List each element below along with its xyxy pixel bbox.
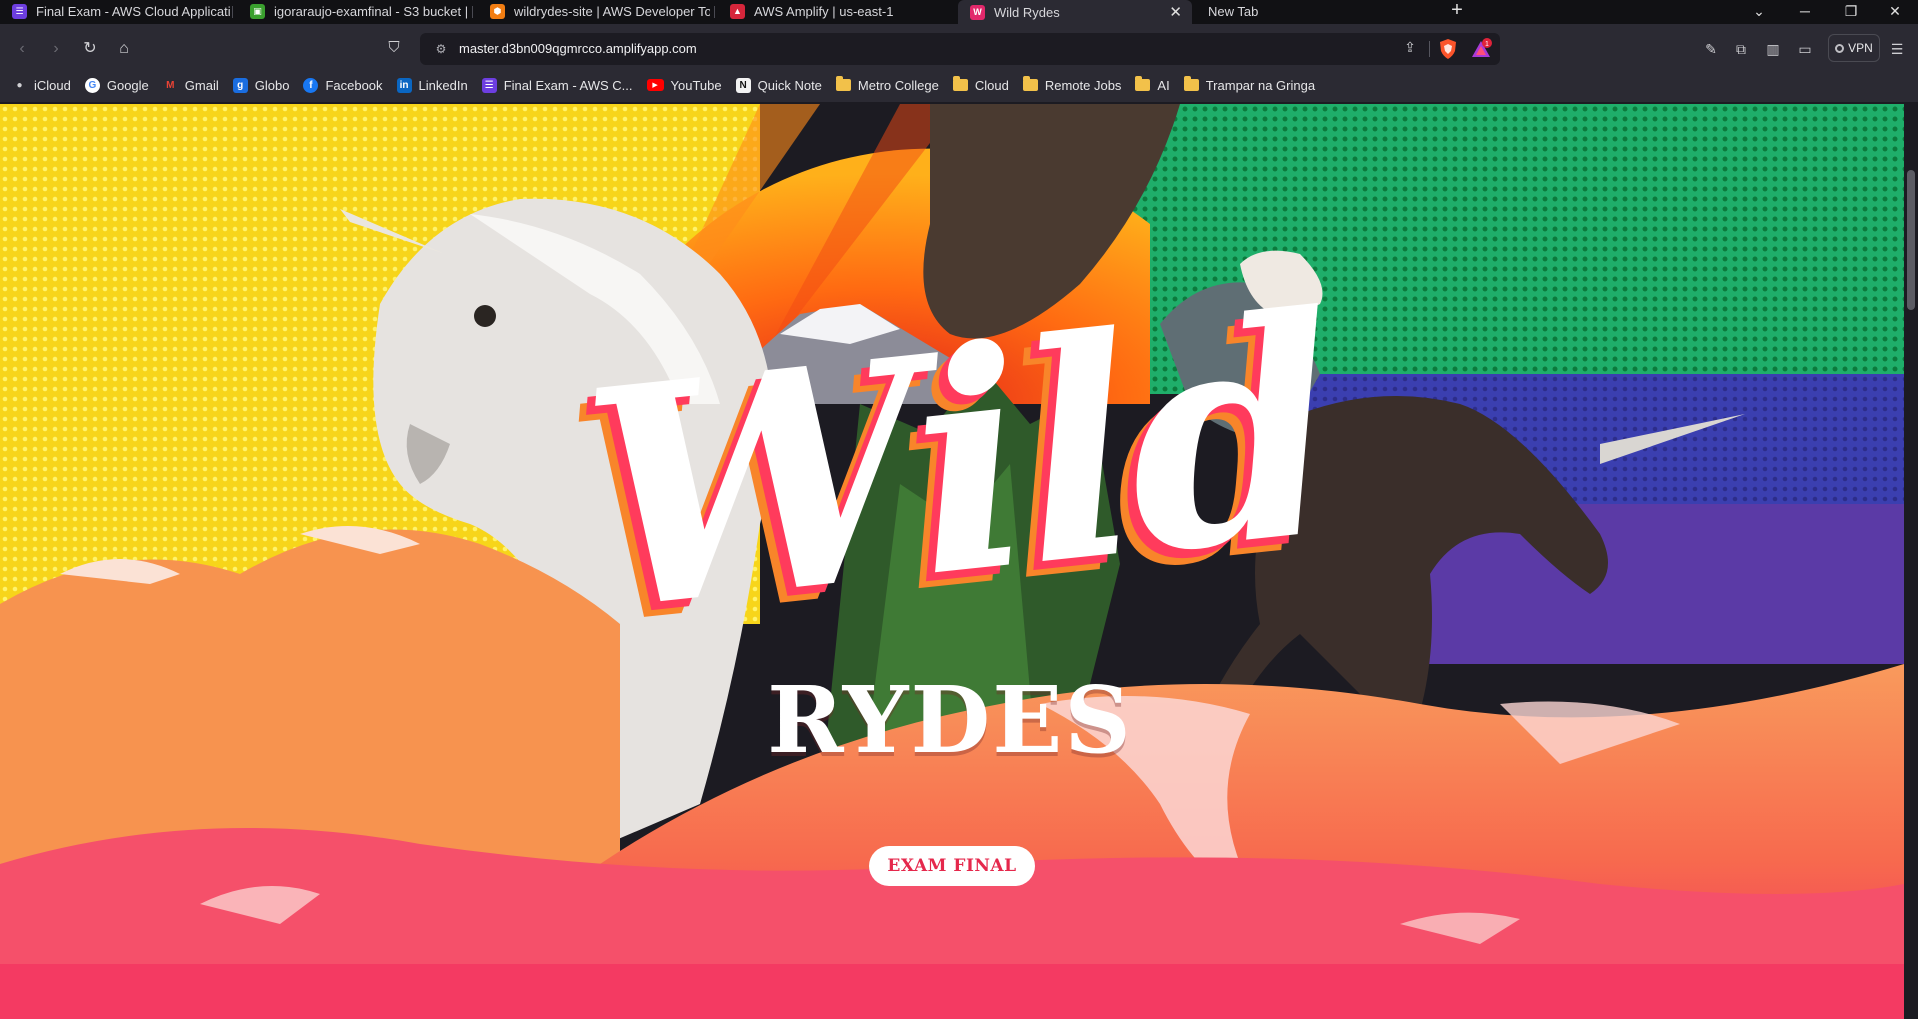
folder-icon [1135,76,1151,93]
forms-icon: ☰ [481,77,497,93]
back-button[interactable]: ‹ [10,37,34,61]
brave-shield-icon[interactable] [1438,38,1458,60]
apple-icon: ● [16,79,23,91]
vpn-status-icon [1835,43,1845,53]
sidebar-icon[interactable]: ▥ [1762,38,1784,60]
tab-title: AWS Amplify | us-east-1 [754,3,894,19]
bookmark-folder-ai[interactable]: AI [1135,76,1170,93]
bookmark-quick-note[interactable]: N Quick Note [735,77,822,93]
tab-wild-rydes[interactable]: W Wild Rydes ✕ [958,0,1192,24]
tab-title: New Tab [1208,3,1259,19]
rewards-badge: 1 [1485,41,1489,48]
exam-final-button[interactable]: EXAM FINAL [869,846,1035,886]
gmail-icon: M [166,79,175,91]
amplify-icon: ▲ [730,3,745,19]
close-window-button[interactable]: ✕ [1872,0,1918,22]
tab-title: Wild Rydes [994,4,1060,20]
tab-codecommit[interactable]: ⬢ wildrydes-site | AWS Developer Tools [478,0,710,22]
bookmark-final-exam[interactable]: ☰ Final Exam - AWS C... [481,77,633,93]
leo-ai-icon[interactable]: ✎ [1700,38,1722,60]
bookmark-facebook[interactable]: f Facebook [303,77,383,93]
bookmark-label: Gmail [184,77,219,93]
folder-icon [952,76,968,93]
home-button[interactable]: ⌂ [112,37,136,61]
bookmark-folder-remote-jobs[interactable]: Remote Jobs [1022,76,1122,93]
vpn-button[interactable]: VPN [1828,34,1880,62]
page-scrollbar[interactable] [1904,104,1918,1019]
tab-title: Final Exam - AWS Cloud Application [36,3,230,19]
bookmark-label: Globo [254,77,290,93]
tab-s3-bucket[interactable]: ▣ igoraraujo-examfinal - S3 bucket | S3 [238,0,470,22]
bookmark-google[interactable]: G Google [84,77,149,93]
minimize-button[interactable]: ─ [1782,0,1828,22]
tab-title: igoraraujo-examfinal - S3 bucket | S3 [274,3,470,19]
bookmark-label: Facebook [325,77,383,93]
menu-icon[interactable]: ☰ [1886,38,1908,60]
bookmark-label: AI [1157,77,1170,93]
facebook-icon: f [303,77,319,93]
youtube-icon: ▶ [646,79,664,91]
bookmark-label: Quick Note [757,77,822,93]
forms-icon: ☰ [12,3,27,19]
wallet-icon[interactable]: ▭ [1794,38,1816,60]
tab-amplify[interactable]: ▲ AWS Amplify | us-east-1 [718,0,950,22]
bookmark-globo[interactable]: g Globo [232,77,290,93]
bookmark-label: Google [106,77,149,93]
reload-button[interactable]: ↻ [78,37,102,61]
bookmark-gmail[interactable]: M Gmail [163,78,219,93]
codecommit-icon: ⬢ [490,3,505,19]
bookmark-label: Metro College [857,77,939,93]
brave-rewards-icon[interactable]: 1 [1470,38,1492,60]
page-viewport: Wild RYDES EXAM FINAL [0,104,1904,1019]
tab-strip: ☰ Final Exam - AWS Cloud Application ▣ i… [0,0,1918,24]
forward-button[interactable]: › [44,37,68,61]
restore-button[interactable]: ❐ [1828,0,1874,22]
bookmark-folder-trampar-na-gringa[interactable]: Trampar na Gringa [1183,76,1316,93]
tab-new-tab[interactable]: New Tab [1196,0,1428,22]
site-info-icon[interactable]: ⚙ [432,40,450,58]
address-bar[interactable]: ⛉ ⚙ master.d3bn009qgmrcco.amplifyapp.com… [388,33,1500,65]
bookmarks-bar: ● iCloud G Google M Gmail g Globo f Face… [0,74,1918,96]
close-tab-icon[interactable]: ✕ [1169,3,1182,21]
google-icon: G [84,77,100,93]
notion-icon: N [735,77,751,93]
bookmark-label: Remote Jobs [1044,77,1122,93]
tab-title: wildrydes-site | AWS Developer Tools [514,3,710,19]
url-text[interactable]: master.d3bn009qgmrcco.amplifyapp.com [459,41,697,56]
bookmark-icon[interactable]: ⛉ [384,39,404,59]
tab-divider [714,6,715,18]
bookmark-linkedin[interactable]: in LinkedIn [396,77,468,93]
extensions-icon[interactable]: ⧉ [1730,38,1752,60]
globo-icon: g [232,77,248,93]
new-tab-button[interactable]: + [1446,0,1468,22]
tab-final-exam[interactable]: ☰ Final Exam - AWS Cloud Application [0,0,230,22]
tab-divider [472,6,473,18]
bookmark-youtube[interactable]: ▶ YouTube [646,77,722,93]
bookmark-label: Trampar na Gringa [1205,77,1316,93]
bookmark-label: Cloud [974,77,1009,93]
bookmark-label: iCloud [34,77,71,93]
wild-rydes-icon: W [970,4,985,20]
bookmark-folder-metro-college[interactable]: Metro College [835,76,939,93]
vpn-label: VPN [1848,41,1873,55]
scrollbar-thumb[interactable] [1907,170,1915,310]
linkedin-icon: in [396,77,412,93]
bookmark-label: YouTube [670,77,722,93]
bookmark-icloud[interactable]: ● iCloud [12,77,71,93]
tab-list-chevron-icon[interactable]: ⌄ [1736,0,1782,22]
tab-divider [232,6,233,18]
url-divider [1429,41,1430,57]
folder-icon [1183,76,1199,93]
folder-icon [835,76,851,93]
browser-toolbar: ‹ › ↻ ⌂ ⛉ ⚙ master.d3bn009qgmrcco.amplif… [0,24,1918,102]
share-icon[interactable]: ⇪ [1400,39,1420,59]
bookmark-label: Final Exam - AWS C... [503,77,633,93]
bookmark-label: LinkedIn [418,77,468,93]
folder-icon [1022,76,1038,93]
bookmark-folder-cloud[interactable]: Cloud [952,76,1009,93]
s3-icon: ▣ [250,3,265,19]
